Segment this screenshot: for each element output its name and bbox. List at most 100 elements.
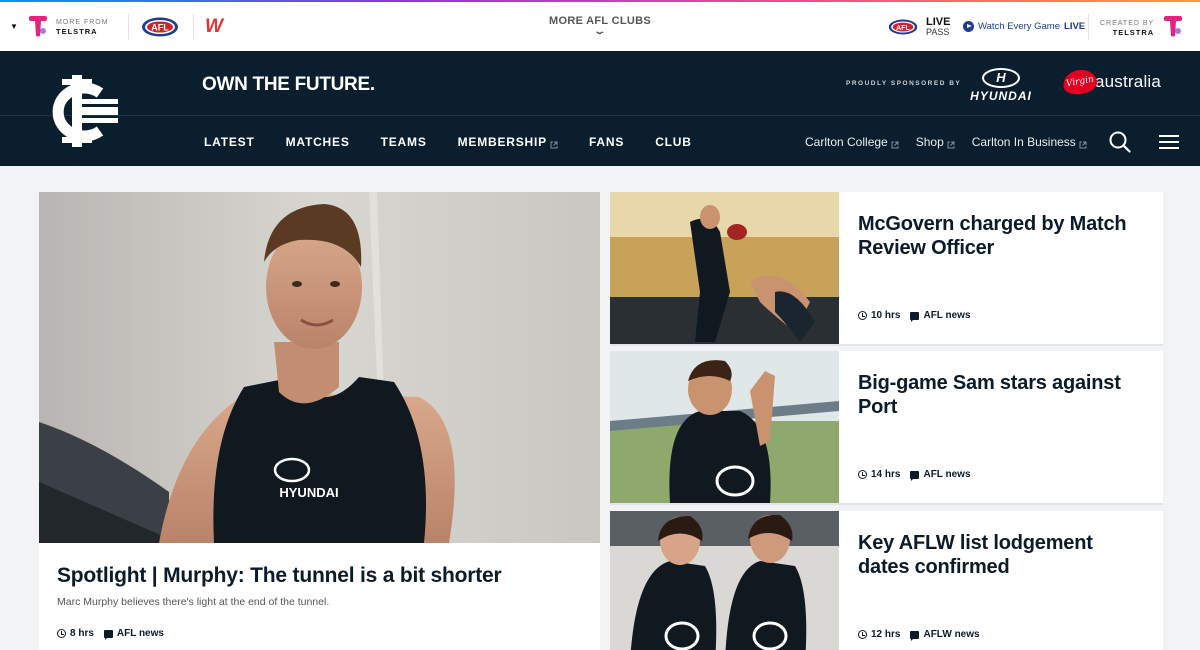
clock-icon [57, 629, 66, 638]
livepass-line2: PASS [926, 27, 950, 37]
feature-story-image[interactable]: HYUNDAI [39, 192, 600, 543]
livepass-logo[interactable]: LIVE PASS [926, 16, 951, 38]
play-icon [963, 21, 974, 32]
afl-live-logo-icon[interactable]: AFL [888, 19, 918, 40]
hamburger-menu-icon[interactable] [1159, 135, 1179, 149]
clock-icon [858, 470, 867, 479]
club-header: OWN THE FUTURE. PROUDLY SPONSORED BY H H… [0, 51, 1200, 166]
nav-label: LATEST [204, 135, 255, 149]
external-link-icon [1079, 138, 1087, 149]
created-by-brand: TELSTRA [1112, 28, 1155, 37]
story-photo [610, 351, 839, 503]
subnav-carlton-college[interactable]: Carlton College [805, 135, 899, 149]
afl-live-logo-text: AFL [896, 24, 910, 32]
telstra-logo-icon[interactable] [1163, 15, 1183, 37]
story-time: 14 hrs [871, 469, 901, 480]
aflw-logo-icon[interactable]: W [205, 16, 223, 38]
network-bar: ▼ MORE FROM TELSTRA AFL W MORE AFL CLUBS… [0, 0, 1200, 51]
club-tagline: OWN THE FUTURE. [202, 74, 375, 95]
nav-item-matches[interactable]: MATCHES [286, 135, 350, 149]
divider [1088, 14, 1089, 40]
more-afl-clubs-button[interactable]: MORE AFL CLUBS ⌄ [540, 15, 660, 36]
network-dropdown-caret-icon[interactable]: ▼ [10, 22, 18, 31]
feature-story-meta: 8 hrs AFL news [57, 628, 164, 640]
story-image[interactable] [610, 511, 839, 650]
story-category[interactable]: AFL news [117, 628, 164, 639]
external-link-icon [947, 138, 955, 149]
feature-story-title[interactable]: Spotlight | Murphy: The tunnel is a bit … [57, 564, 502, 588]
aflw-logo-text: W [205, 16, 223, 37]
comment-bubble-icon [910, 630, 920, 641]
feature-story-card[interactable]: HYUNDAI Spotlight | Murphy: The tunnel i… [39, 192, 600, 650]
story-time: 10 hrs [871, 310, 901, 321]
created-by-label: CREATED BY [1100, 20, 1155, 27]
clock-icon [858, 311, 867, 320]
chevron-down-icon: ⌄ [592, 26, 608, 36]
hyundai-mark-icon: H [982, 68, 1020, 88]
player-photo: HYUNDAI [39, 192, 600, 543]
nav-label: FANS [588, 135, 625, 149]
feature-story-summary: Marc Murphy believes there's light at th… [57, 596, 330, 608]
afl-logo-text: AFL [151, 23, 169, 33]
external-link-icon [550, 138, 558, 149]
virgin-wordmark: australia [1095, 72, 1162, 91]
subnav-label: Carlton College [805, 135, 888, 149]
external-link-icon [891, 138, 899, 149]
story-title[interactable]: Key AFLW list lodgement dates confirmed [858, 531, 1148, 579]
story-photo [610, 511, 839, 650]
hyundai-wordmark: HYUNDAI [970, 89, 1032, 103]
story-title[interactable]: Big-game Sam stars against Port [858, 371, 1148, 419]
story-meta: 10 hrs AFL news [858, 310, 971, 322]
main-navigation: LATEST MATCHES TEAMS MEMBERSHIP FANS CLU… [204, 135, 723, 149]
clock-icon [858, 630, 867, 639]
subnav-label: Carlton In Business [971, 135, 1076, 149]
nav-label: CLUB [655, 135, 692, 149]
story-card[interactable]: Key AFLW list lodgement dates confirmed … [610, 511, 1163, 650]
created-by-telstra[interactable]: CREATED BY TELSTRA [1100, 19, 1154, 37]
subnav-shop[interactable]: Shop [916, 135, 955, 149]
header-divider [0, 115, 1200, 116]
nav-item-fans[interactable]: FANS [589, 135, 624, 149]
divider [193, 14, 194, 40]
story-title[interactable]: McGovern charged by Match Review Officer [858, 212, 1148, 260]
hyundai-sponsor-logo[interactable]: H HYUNDAI [966, 68, 1036, 103]
subnav-label: Shop [915, 135, 944, 149]
story-category[interactable]: AFL news [923, 469, 970, 480]
watch-emphasis: LIVE [1064, 21, 1086, 32]
story-meta: 12 hrs AFLW news [858, 629, 980, 641]
secondary-navigation: Carlton College Shop Carlton In Business [805, 135, 1104, 149]
story-photo [610, 192, 839, 344]
story-card[interactable]: Big-game Sam stars against Port 14 hrs A… [610, 351, 1163, 503]
comment-bubble-icon [910, 470, 920, 481]
nav-item-club[interactable]: CLUB [655, 135, 692, 149]
story-category[interactable]: AFL news [923, 310, 970, 321]
nav-item-teams[interactable]: TEAMS [381, 135, 427, 149]
menu-bar [1159, 147, 1179, 149]
watch-live-link[interactable]: Watch Every Game LIVE [963, 21, 1085, 32]
subnav-carlton-in-business[interactable]: Carlton In Business [972, 135, 1087, 149]
nav-item-membership[interactable]: MEMBERSHIP [458, 135, 558, 149]
nav-item-latest[interactable]: LATEST [204, 135, 255, 149]
afl-logo-icon[interactable]: AFL [141, 17, 179, 42]
story-category[interactable]: AFLW news [923, 629, 979, 640]
livepass-line1: LIVE [926, 16, 951, 28]
story-meta: 14 hrs AFL news [858, 469, 971, 481]
story-time: 8 hrs [70, 628, 94, 639]
search-icon[interactable] [1109, 131, 1131, 153]
sponsor-label: PROUDLY SPONSORED BY [846, 80, 962, 87]
divider [128, 14, 129, 40]
watch-text: Watch Every Game [978, 21, 1061, 32]
story-time: 12 hrs [871, 629, 901, 640]
menu-bar [1159, 135, 1179, 137]
virgin-badge-icon: Virgin [1061, 67, 1099, 97]
story-image[interactable] [610, 192, 839, 344]
virgin-australia-sponsor-logo[interactable]: Virgin australia [1061, 67, 1162, 97]
more-from-brand: TELSTRA [56, 27, 98, 36]
more-from-telstra[interactable]: MORE FROM TELSTRA [56, 18, 109, 36]
story-card[interactable]: McGovern charged by Match Review Officer… [610, 192, 1163, 344]
comment-bubble-icon [103, 629, 113, 640]
story-image[interactable] [610, 351, 839, 503]
carlton-logo-icon[interactable] [48, 73, 120, 149]
nav-label: MEMBERSHIP [457, 135, 547, 149]
telstra-logo-icon[interactable] [28, 15, 48, 37]
